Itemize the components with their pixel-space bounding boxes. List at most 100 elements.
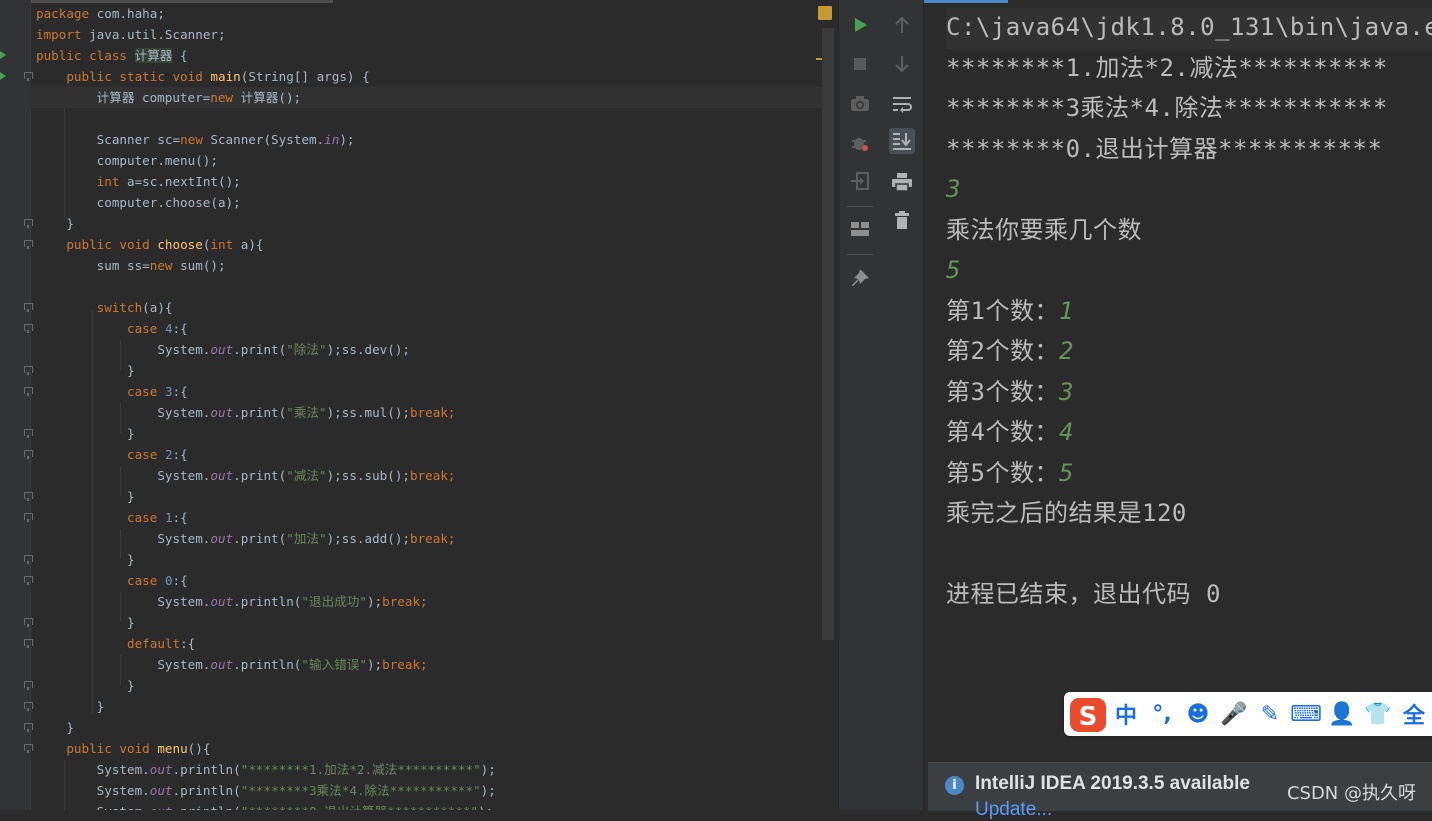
console-line[interactable]: 第5个数：5 <box>946 454 1432 495</box>
fold-marker-icon[interactable] <box>24 702 33 711</box>
scroll-to-end-icon[interactable] <box>889 128 915 154</box>
fold-marker-icon[interactable] <box>24 576 33 585</box>
code-line[interactable]: default:{ <box>36 633 822 654</box>
code-line[interactable]: System.out.println("退出成功");break; <box>36 591 822 612</box>
code-line[interactable]: System.out.print("除法");ss.dev(); <box>36 339 822 360</box>
fold-marker-icon[interactable] <box>24 723 33 732</box>
code-line[interactable]: } <box>36 423 822 444</box>
code-line[interactable]: System.out.println("********0.退出计算器*****… <box>36 801 822 810</box>
console-line[interactable]: 第1个数：1 <box>946 292 1432 333</box>
fold-marker-icon[interactable] <box>24 450 33 459</box>
ime-punctuation[interactable]: °, <box>1144 694 1180 734</box>
console-line[interactable]: ********1.加法*2.减法********** <box>946 49 1432 90</box>
console-line[interactable]: ********0.退出计算器*********** <box>946 130 1432 171</box>
code-line[interactable]: } <box>36 696 822 717</box>
console-line[interactable]: ********3乘法*4.除法*********** <box>946 89 1432 130</box>
editor-scrollbar[interactable] <box>822 28 834 640</box>
console-line[interactable]: 乘完之后的结果是120 <box>946 494 1432 535</box>
code-line[interactable]: public class 计算器 { <box>36 45 822 66</box>
code-line[interactable]: } <box>36 675 822 696</box>
fold-marker-icon[interactable] <box>24 240 33 249</box>
code-line[interactable]: public static void main(String[] args) { <box>36 66 822 87</box>
code-line[interactable]: public void choose(int a){ <box>36 234 822 255</box>
console-output[interactable]: C:\java64\jdk1.8.0_131\bin\java.e *******… <box>946 8 1432 616</box>
debug-icon[interactable] <box>847 130 873 156</box>
code-line[interactable]: } <box>36 360 822 381</box>
code-line[interactable]: computer.menu(); <box>36 150 822 171</box>
trash-icon[interactable] <box>889 207 915 233</box>
arrow-up-icon[interactable] <box>889 12 915 38</box>
fold-marker-icon[interactable] <box>24 303 33 312</box>
update-link[interactable]: Update... <box>975 799 1052 821</box>
play-icon[interactable] <box>847 12 873 38</box>
fold-marker-icon[interactable] <box>24 639 33 648</box>
code-line[interactable]: System.out.print("乘法");ss.mul();break; <box>36 402 822 423</box>
console-command-line[interactable]: C:\java64\jdk1.8.0_131\bin\java.e <box>946 8 1432 49</box>
ime-keyboard-icon[interactable]: ⌨ <box>1288 694 1324 734</box>
code-line[interactable]: System.out.println("输入错误");break; <box>36 654 822 675</box>
stop-icon[interactable] <box>847 51 873 77</box>
code-line[interactable]: System.out.print("减法");ss.sub();break; <box>36 465 822 486</box>
login-icon[interactable] <box>847 168 873 194</box>
code-line[interactable]: int a=sc.nextInt(); <box>36 171 822 192</box>
code-line[interactable]: package com.haha; <box>36 3 822 24</box>
ime-skin-icon[interactable]: 👕 <box>1360 694 1396 734</box>
fold-marker-icon[interactable] <box>24 492 33 501</box>
fold-marker-icon[interactable] <box>24 387 33 396</box>
code-line[interactable]: case 2:{ <box>36 444 822 465</box>
ime-fullscreen-mode[interactable]: 全 <box>1396 694 1432 734</box>
code-lines[interactable]: package com.haha; import java.util.Scanne… <box>30 3 822 810</box>
ime-toolbar[interactable]: S 中 °, ☻ 🎤 ✎ ⌨ 👤 👕 全 <box>1064 692 1432 736</box>
code-editor[interactable]: package com.haha; import java.util.Scanne… <box>0 0 838 810</box>
fold-marker-icon[interactable] <box>24 324 33 333</box>
code-line[interactable]: public void menu(){ <box>36 738 822 759</box>
code-line[interactable]: } <box>36 549 822 570</box>
console-line[interactable]: 5 <box>946 251 1432 292</box>
code-line[interactable]: case 1:{ <box>36 507 822 528</box>
console-line[interactable] <box>946 535 1432 576</box>
ime-user-icon[interactable]: 👤 <box>1324 694 1360 734</box>
code-line[interactable]: } <box>36 486 822 507</box>
ime-emoji-icon[interactable]: ☻ <box>1180 694 1216 734</box>
code-line[interactable]: import java.util.Scanner; <box>36 24 822 45</box>
run-gutter-icon[interactable] <box>0 51 6 59</box>
soft-wrap-icon[interactable] <box>889 91 915 117</box>
fold-marker-icon[interactable] <box>24 555 33 564</box>
code-line[interactable]: } <box>36 612 822 633</box>
code-line[interactable]: switch(a){ <box>36 297 822 318</box>
console-line[interactable]: 进程已结束，退出代码 0 <box>946 575 1432 616</box>
code-line[interactable] <box>36 276 822 297</box>
console-line[interactable]: 3 <box>946 170 1432 211</box>
code-line[interactable]: 计算器 computer=new 计算器(); <box>30 87 822 108</box>
camera-icon[interactable] <box>847 91 873 117</box>
code-line[interactable]: System.out.println("********1.加法*2.减法***… <box>36 759 822 780</box>
ime-microphone-icon[interactable]: 🎤 <box>1216 694 1252 734</box>
console-line[interactable]: 第2个数：2 <box>946 332 1432 373</box>
code-line[interactable]: case 3:{ <box>36 381 822 402</box>
run-console[interactable]: C:\java64\jdk1.8.0_131\bin\java.e *******… <box>924 0 1432 810</box>
console-line[interactable]: 第3个数：3 <box>946 373 1432 414</box>
ime-chinese-mode[interactable]: 中 <box>1108 694 1144 734</box>
code-line[interactable]: System.out.print("加法");ss.add();break; <box>36 528 822 549</box>
fold-marker-icon[interactable] <box>24 72 33 81</box>
fold-marker-icon[interactable] <box>24 618 33 627</box>
layout-icon[interactable] <box>847 216 873 242</box>
code-line[interactable] <box>36 108 822 129</box>
code-line[interactable]: System.out.println("********3乘法*4.除法****… <box>36 780 822 801</box>
arrow-down-icon[interactable] <box>889 51 915 77</box>
console-line[interactable]: 第4个数：4 <box>946 413 1432 454</box>
code-line[interactable]: case 0:{ <box>36 570 822 591</box>
ime-handwriting-icon[interactable]: ✎ <box>1252 694 1288 734</box>
code-line[interactable]: sum ss=new sum(); <box>36 255 822 276</box>
code-line[interactable]: Scanner sc=new Scanner(System.in); <box>36 129 822 150</box>
fold-marker-icon[interactable] <box>24 681 33 690</box>
warning-indicator-icon[interactable] <box>818 6 832 20</box>
sogou-logo-icon[interactable]: S <box>1068 694 1108 734</box>
code-line[interactable]: } <box>36 213 822 234</box>
code-line[interactable]: } <box>36 717 822 738</box>
console-line[interactable]: 乘法你要乘几个数 <box>946 211 1432 252</box>
run-gutter-icon[interactable] <box>0 72 6 80</box>
code-line[interactable]: case 4:{ <box>36 318 822 339</box>
print-icon[interactable] <box>889 169 915 195</box>
fold-marker-icon[interactable] <box>24 429 33 438</box>
